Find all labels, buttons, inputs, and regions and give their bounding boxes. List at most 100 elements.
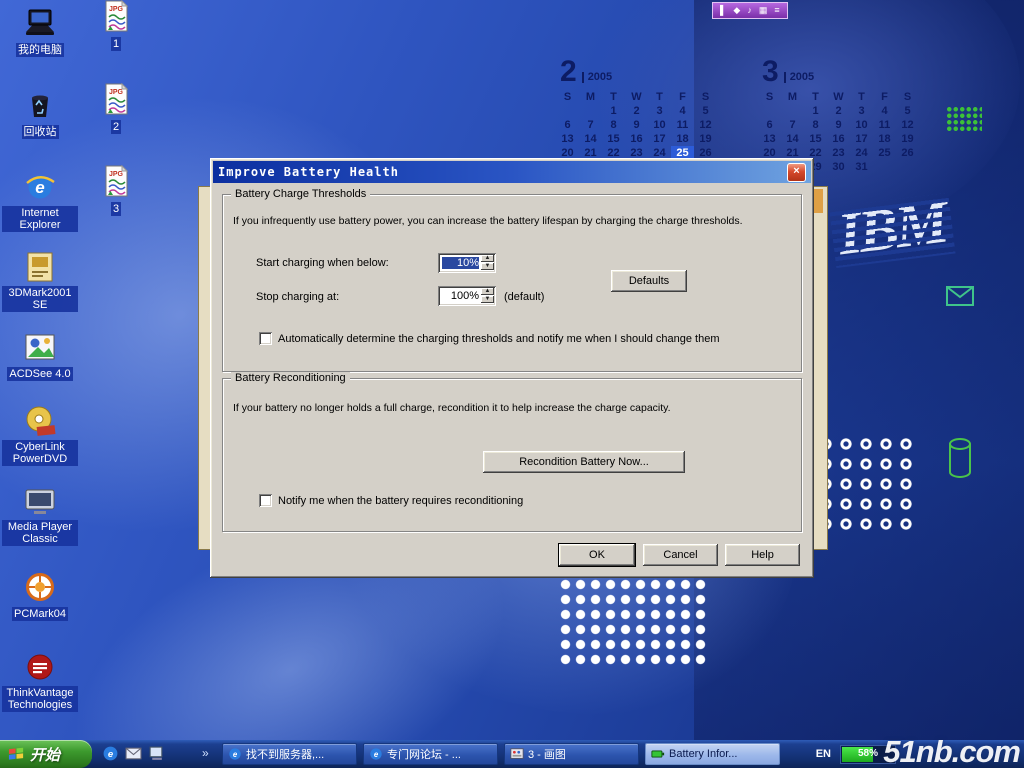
defaults-button[interactable]: Defaults (611, 270, 687, 292)
desktop-icon-recycle-bin[interactable]: 回收站 (2, 88, 78, 140)
calendar-day: 13 (758, 132, 781, 146)
stop-charging-input[interactable]: 100% ▲ ▼ (438, 286, 496, 306)
desktop-icon-pcmark04[interactable]: PCMark04 (2, 570, 78, 622)
calendar-day: 3 (648, 104, 671, 118)
calendar-day: 1 (602, 104, 625, 118)
ibm-logo: IBM (834, 188, 949, 270)
desktop-icon-cyberlink-powerdvd[interactable]: CyberLink PowerDVD (2, 404, 78, 467)
calendar-day-header: T (850, 90, 873, 104)
spinner-down-icon[interactable]: ▼ (481, 296, 494, 303)
wallpaper-keypad-icon (946, 106, 982, 132)
calendar-day-header: S (556, 90, 579, 104)
desktop-icon-media-player-classic[interactable]: Media Player Classic (2, 484, 78, 547)
ok-button[interactable]: OK (559, 544, 635, 566)
calendar-day: 9 (625, 118, 648, 132)
jpg-file-icon: JPG (99, 83, 133, 117)
calendar-day-header: S (758, 90, 781, 104)
calendar-day-header: F (671, 90, 694, 104)
calendar-day-header: W (625, 90, 648, 104)
calendar-day (781, 104, 804, 118)
computer-icon (23, 6, 57, 40)
calendar-day: 3 (850, 104, 873, 118)
notify-recondition-checkbox-label: Notify me when the battery requires reco… (278, 495, 523, 507)
recondition-battery-button[interactable]: Recondition Battery Now... (483, 451, 685, 473)
jpg-file-icon: JPG (99, 165, 133, 199)
task-button[interactable]: Battery Infor... (645, 743, 780, 765)
pen-icon[interactable]: ◆ (733, 4, 740, 17)
group-title: Battery Charge Thresholds (231, 188, 370, 200)
calendar-day (556, 104, 579, 118)
task-button[interactable]: 3 - 画图 (504, 743, 639, 765)
ibm-logo-stripes (829, 193, 955, 268)
menu-icon[interactable]: ≡ (774, 4, 779, 17)
calendar-day: 6 (556, 118, 579, 132)
thinkvantage-icon (23, 650, 57, 684)
dialog-titlebar[interactable]: Improve Battery Health × (213, 161, 811, 183)
ie-icon: e (228, 747, 242, 761)
spinner-down-icon[interactable]: ▼ (481, 263, 494, 270)
wallpaper-envelope-icon (946, 286, 974, 306)
desktop-icon-thinkvantage-technologies[interactable]: ThinkVantage Technologies (2, 650, 78, 713)
desktop-icon-jpg-3[interactable]: JPG3 (82, 165, 150, 217)
quicklaunch-mail-icon[interactable] (125, 745, 142, 762)
calendar-day: 6 (758, 118, 781, 132)
desktop-icon-3dmark2001-se[interactable]: 3DMark2001 SE (2, 250, 78, 313)
quick-launch-overflow-icon[interactable]: » (202, 746, 209, 760)
start-charging-input[interactable]: 10% ▲ ▼ (438, 253, 496, 273)
calendar-day-header: M (579, 90, 602, 104)
help-button[interactable]: Help (725, 544, 800, 566)
battery-icon (651, 747, 665, 761)
start-charging-value: 10% (442, 257, 479, 269)
desktop-icon-internet-explorer[interactable]: eInternet Explorer (2, 170, 78, 233)
quicklaunch-show-desktop-icon[interactable] (148, 745, 165, 762)
language-indicator[interactable]: EN (816, 748, 831, 760)
desktop-icon-jpg-1[interactable]: JPG1 (82, 0, 150, 52)
start-charging-label: Start charging when below: (256, 257, 389, 269)
calendar-day: 10 (850, 118, 873, 132)
desktop-icon-my-computer[interactable]: 我的电脑 (2, 6, 78, 58)
calendar-day: 10 (648, 118, 671, 132)
paint-icon (510, 747, 524, 761)
stop-charging-value: 100% (442, 290, 479, 302)
calendar-day: 8 (602, 118, 625, 132)
calendar-day-header: T (648, 90, 671, 104)
stop-charging-label: Stop charging at: (256, 291, 339, 303)
floating-toolbar[interactable]: ▌ ◆ ♪ ▦ ≡ (712, 2, 788, 19)
auto-determine-checkbox[interactable] (259, 332, 272, 345)
calendar-3-2005: 32005SMTWTFS1234567891011121314151617181… (758, 54, 919, 174)
calendar-day: 4 (671, 104, 694, 118)
desktop-icon-label: Media Player Classic (2, 520, 78, 546)
quicklaunch-internet-explorer-icon[interactable]: e (102, 745, 119, 762)
cancel-button[interactable]: Cancel (643, 544, 718, 566)
calendar-month-number: 2 (560, 58, 577, 86)
desktop-icon-acdsee[interactable]: ACDSee 4.0 (2, 330, 78, 382)
notify-recondition-checkbox[interactable] (259, 494, 272, 507)
auto-determine-checkbox-label: Automatically determine the charging thr… (278, 333, 719, 345)
desktop-icon-label: 2 (111, 120, 121, 134)
powerdvd-icon (23, 404, 57, 438)
svg-text:e: e (374, 750, 379, 759)
desktop-icon-jpg-2[interactable]: JPG 2 (82, 83, 150, 135)
battery-reconditioning-group: Battery Reconditioning If your battery n… (222, 378, 802, 532)
close-icon[interactable]: × (787, 163, 806, 182)
handle-icon[interactable]: ▌ (720, 4, 726, 17)
task-button[interactable]: e专门网论坛 - ... (363, 743, 498, 765)
jpg-file-icon: JPG (99, 0, 133, 34)
start-button[interactable]: 开始 (0, 740, 92, 768)
calendar-day: 18 (671, 132, 694, 146)
calendar-day: 30 (827, 160, 850, 174)
calendar-day: 12 (896, 118, 919, 132)
spinner-up-icon[interactable]: ▲ (481, 288, 494, 295)
grid-icon[interactable]: ▦ (759, 4, 768, 17)
calendar-day-header: W (827, 90, 850, 104)
task-button[interactable]: e找不到服务器,... (222, 743, 357, 765)
calendar-day: 24 (850, 146, 873, 160)
svg-text:JPG: JPG (109, 171, 124, 178)
spinner-up-icon[interactable]: ▲ (481, 255, 494, 262)
svg-text:e: e (233, 750, 238, 759)
calendar-day: 2 (827, 104, 850, 118)
calendar-day: 1 (804, 104, 827, 118)
note-icon[interactable]: ♪ (747, 4, 752, 17)
calendar-day-header: M (781, 90, 804, 104)
calendar-day: 19 (694, 132, 717, 146)
